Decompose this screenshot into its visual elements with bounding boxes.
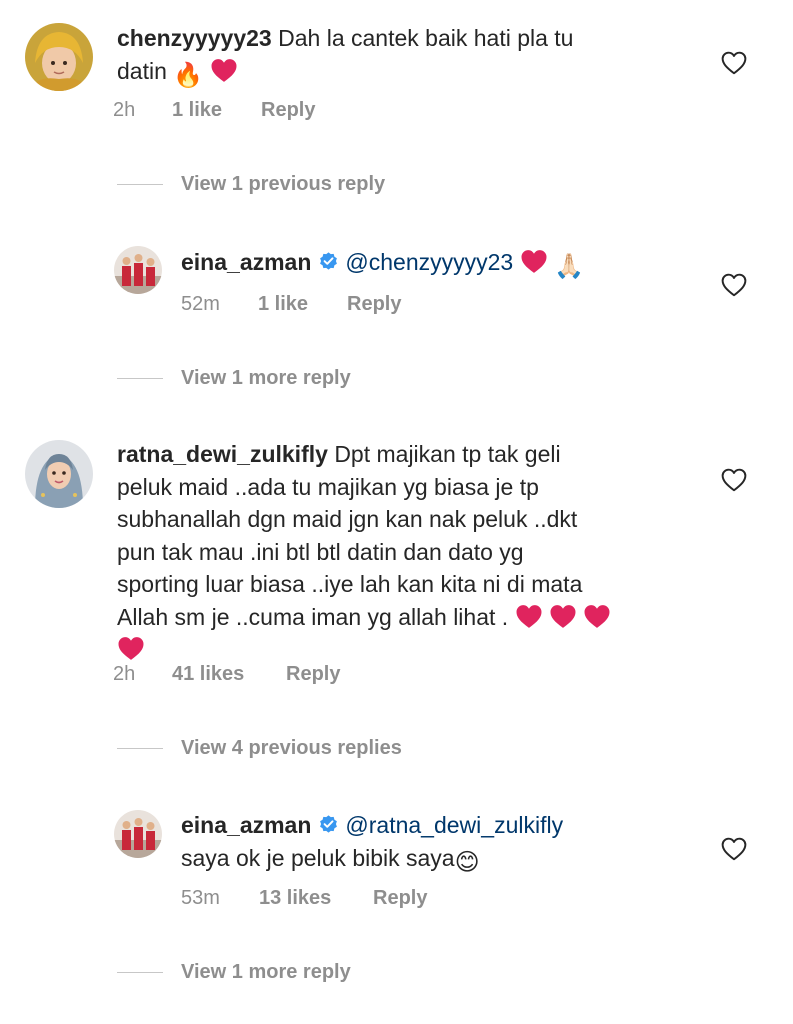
avatar[interactable] (114, 246, 162, 294)
likes-count[interactable]: 13 likes (259, 887, 331, 910)
timestamp: 2h (113, 99, 136, 121)
smiling-face-emoji: 😊 (454, 848, 480, 876)
username[interactable]: ratna_dewi_zulkifly (117, 441, 328, 467)
username[interactable]: eina_azman (181, 812, 311, 838)
comment-meta: 52m 1 like Reply (181, 293, 481, 317)
comment-text: ratna_dewi_zulkifly Dpt majikan tp tak g… (117, 438, 707, 666)
comment-body-line: Allah sm je ..cuma iman yg allah lihat . (117, 603, 509, 630)
reply-text: eina_azman @chenzyyyyy23 🙏🏻 (181, 246, 701, 284)
divider-line (117, 747, 163, 749)
comment-body-line2: datin (117, 57, 167, 84)
comment-text: chenzyyyyy23 Dah la cantek baik hati pla… (117, 22, 677, 92)
reply-text: eina_azman @ratna_dewi_zulkifly saya ok j… (181, 809, 701, 879)
mention-link[interactable]: @chenzyyyyy23 (345, 249, 513, 275)
comment-body: Dah la cantek baik hati pla tu (278, 25, 574, 51)
red-heart-emoji (210, 58, 238, 83)
view-previous-replies-button[interactable]: View 1 previous reply (117, 171, 385, 197)
red-heart-emoji (583, 604, 611, 629)
view-replies-label: View 4 previous replies (181, 736, 402, 759)
likes-count[interactable]: 1 like (172, 99, 222, 122)
red-heart-emoji (515, 604, 543, 629)
view-replies-label: View 1 more reply (181, 366, 351, 389)
timestamp: 2h (113, 663, 136, 685)
fire-emoji: 🔥 (173, 61, 204, 89)
red-heart-emoji (117, 636, 145, 661)
avatar[interactable] (25, 23, 93, 91)
reply-button[interactable]: Reply (347, 293, 401, 316)
reply-button[interactable]: Reply (261, 99, 315, 122)
comment-meta: 53m 13 likes Reply (181, 887, 501, 911)
view-previous-replies-button[interactable]: View 4 previous replies (117, 735, 402, 761)
verified-badge-icon (318, 251, 339, 272)
like-heart-icon[interactable] (721, 837, 747, 861)
reply-button[interactable]: Reply (286, 663, 340, 686)
likes-count[interactable]: 1 like (258, 293, 308, 316)
divider-line (117, 183, 163, 185)
praying-hands-emoji: 🙏🏻 (554, 253, 584, 280)
comment-body-line: sporting luar biasa ..iye lah kan kita n… (117, 571, 583, 597)
comment-body: Dpt majikan tp tak geli (334, 441, 561, 467)
red-heart-emoji (520, 249, 548, 274)
view-more-replies-button[interactable]: View 1 more reply (117, 365, 351, 391)
like-heart-icon[interactable] (721, 273, 747, 297)
like-heart-icon[interactable] (721, 468, 747, 492)
likes-count[interactable]: 41 likes (172, 663, 244, 686)
red-heart-emoji (549, 604, 577, 629)
divider-line (117, 377, 163, 379)
comment-body-line: subhanallah dgn maid jgn kan nak peluk .… (117, 506, 578, 532)
timestamp: 52m (181, 293, 220, 315)
comment-body-line: peluk maid ..ada tu majikan yg biasa je … (117, 473, 539, 500)
username[interactable]: chenzyyyyy23 (117, 25, 272, 51)
username[interactable]: eina_azman (181, 249, 311, 275)
divider-line (117, 971, 163, 973)
mention-link[interactable]: @ratna_dewi_zulkifly (345, 812, 563, 838)
like-heart-icon[interactable] (721, 51, 747, 75)
view-replies-label: View 1 more reply (181, 960, 351, 983)
reply-button[interactable]: Reply (373, 887, 427, 910)
view-replies-label: View 1 previous reply (181, 172, 386, 195)
comment-body-line: pun tak mau .ini btl btl datin dan dato … (117, 538, 524, 565)
avatar[interactable] (114, 810, 162, 858)
view-more-replies-button[interactable]: View 1 more reply (117, 959, 351, 985)
comment-meta: 2h 41 likes Reply (113, 663, 433, 687)
avatar[interactable] (25, 440, 93, 508)
reply-body: saya ok je peluk bibik saya (181, 844, 455, 871)
comment-meta: 2h 1 like Reply (113, 99, 413, 123)
timestamp: 53m (181, 887, 220, 909)
verified-badge-icon (318, 814, 339, 835)
